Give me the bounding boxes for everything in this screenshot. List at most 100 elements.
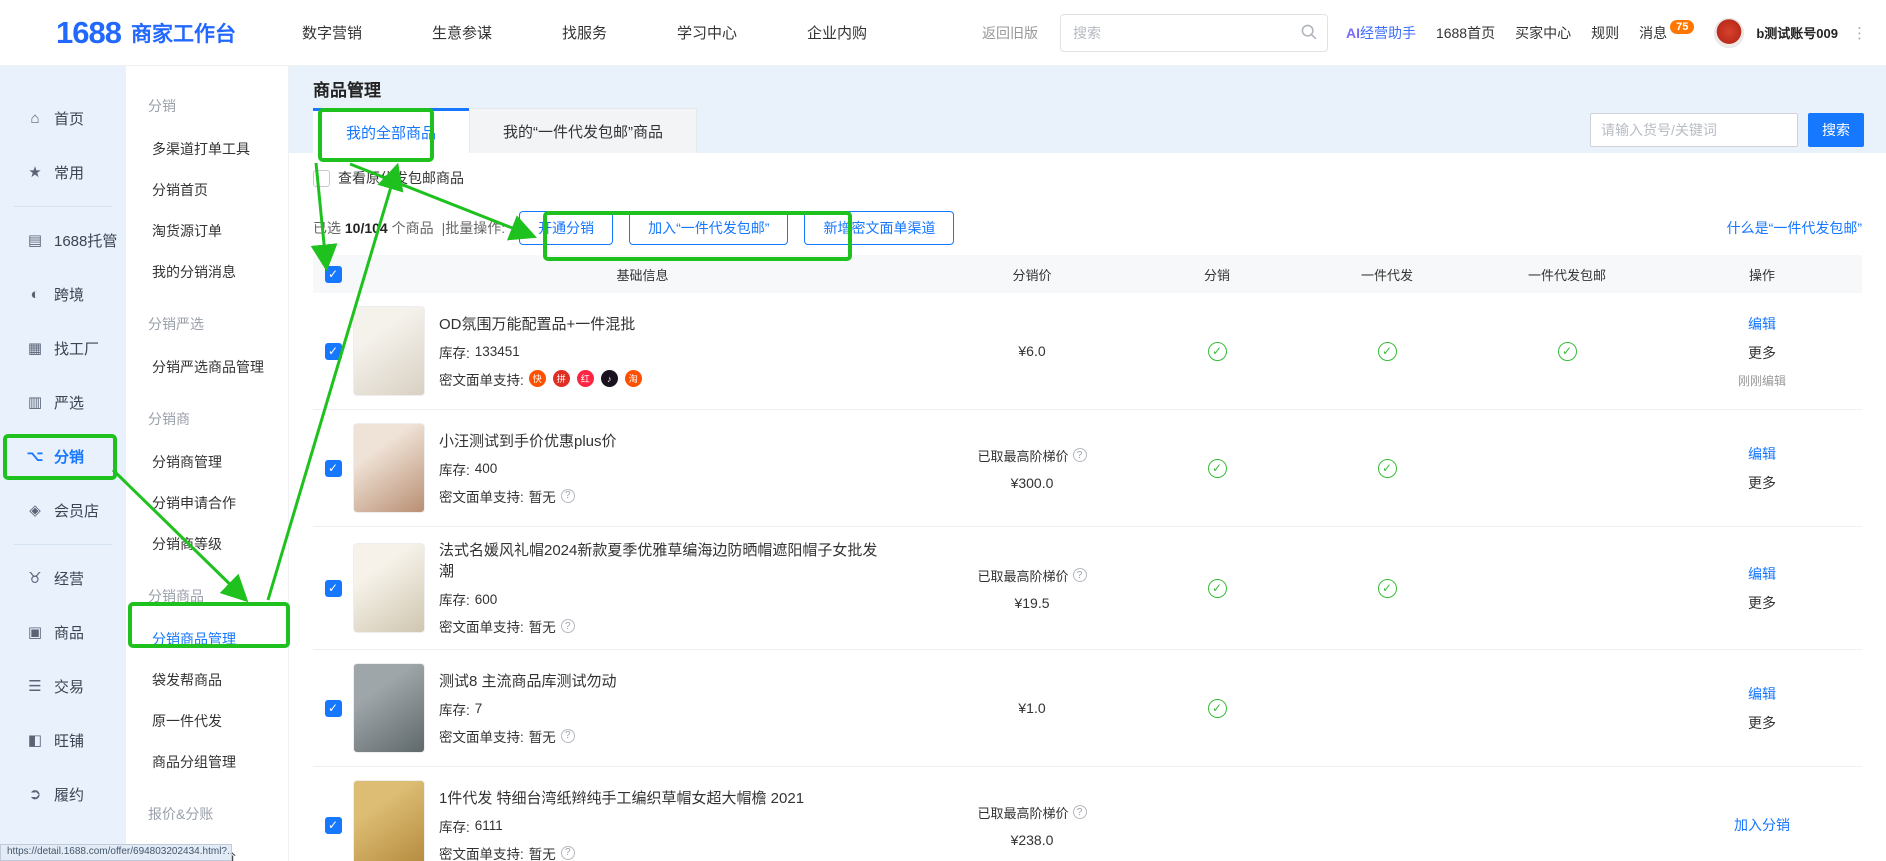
- top-search-input[interactable]: [1060, 14, 1328, 52]
- row-checkbox[interactable]: ✓: [325, 817, 342, 834]
- view-original-checkbox[interactable]: [313, 170, 330, 187]
- more-link[interactable]: 更多: [1748, 593, 1776, 613]
- product-image[interactable]: [353, 306, 425, 396]
- tab-free-shipping-goods[interactable]: 我的“一件代发包邮”商品: [469, 108, 697, 153]
- question-circle-icon: ?: [561, 729, 575, 743]
- action-link[interactable]: 编辑: [1748, 564, 1776, 584]
- ai-assistant-link[interactable]: AI经营助手: [1346, 23, 1416, 43]
- action-link[interactable]: 加入分销: [1734, 815, 1790, 835]
- select-all-cell: ✓: [313, 266, 353, 283]
- header-link[interactable]: 买家中心: [1515, 23, 1571, 43]
- operations-cell: 编辑更多: [1662, 444, 1862, 493]
- product-info-cell: 测试8 主流商品库测试勿动库存:7密文面单支持:暂无?: [353, 663, 932, 753]
- row-checkbox[interactable]: ✓: [325, 580, 342, 597]
- action-link[interactable]: 编辑: [1748, 444, 1776, 464]
- sidebar-item-distribution[interactable]: ⌥分销: [0, 429, 126, 483]
- submenu-item[interactable]: 多渠道打单工具: [148, 128, 288, 169]
- stock-label: 库存:: [439, 589, 470, 609]
- header-right-links: AI经营助手 1688首页买家中心规则 消息 75 b测试账号009 ⋮: [1346, 18, 1868, 48]
- message-count-badge: 75: [1670, 20, 1694, 34]
- sidebar-item-strict-select[interactable]: ▥严选: [0, 375, 126, 429]
- submenu-item[interactable]: 淘货源订单: [148, 210, 288, 251]
- more-menu-icon[interactable]: ⋮: [1852, 24, 1868, 42]
- batch-button[interactable]: 加入“一件代发包邮”: [629, 211, 788, 245]
- submenu-item[interactable]: 分销申请合作: [148, 482, 288, 523]
- hosting-icon: ▤: [26, 231, 44, 249]
- more-link[interactable]: 更多: [1748, 713, 1776, 733]
- more-link[interactable]: 更多: [1748, 473, 1776, 493]
- submenu-item[interactable]: 分销商品管理: [148, 618, 288, 659]
- column-header: 分销: [1132, 265, 1302, 284]
- product-image[interactable]: [353, 543, 425, 633]
- goods-search-button[interactable]: 搜索: [1808, 113, 1864, 147]
- top-nav-item[interactable]: 找服务: [562, 22, 607, 43]
- sidebar-item-label: 跨境: [54, 284, 84, 305]
- sidebar-item-label: 会员店: [54, 500, 99, 521]
- submenu-item[interactable]: 分销商等级: [148, 523, 288, 564]
- sidebar-item-star[interactable]: ★常用: [0, 145, 126, 199]
- avatar[interactable]: [1714, 18, 1744, 48]
- submenu-item[interactable]: 我的分销消息: [148, 251, 288, 292]
- secret-waybill-label: 密文面单支持:: [439, 616, 524, 636]
- product-image[interactable]: [353, 423, 425, 513]
- top-nav-item[interactable]: 企业内购: [807, 22, 867, 43]
- sidebar-item-member-store[interactable]: ◈ 会员店: [0, 483, 126, 537]
- sidebar-item-operate[interactable]: ♉ 经营: [0, 551, 126, 605]
- green-check-icon: ✓: [1208, 459, 1227, 478]
- submenu-item[interactable]: 分销严选商品管理: [148, 346, 288, 387]
- sidebar-item-globe[interactable]: ◐跨境: [0, 267, 126, 321]
- goods-search: 搜索: [1590, 113, 1864, 147]
- submenu-item[interactable]: 分销首页: [148, 169, 288, 210]
- what-is-free-shipping-link[interactable]: 什么是“一件代发包邮”: [1727, 218, 1862, 238]
- batch-button[interactable]: 新增密文面单渠道: [804, 211, 954, 245]
- header-link[interactable]: 规则: [1591, 23, 1619, 43]
- sidebar-item-hosting[interactable]: ▤1688托管: [0, 213, 126, 267]
- action-link[interactable]: 编辑: [1748, 684, 1776, 704]
- sidebar-item-goods[interactable]: ▣商品: [0, 605, 126, 659]
- product-title[interactable]: 小汪测试到手价优惠plus价: [439, 431, 617, 452]
- top-nav-item[interactable]: 数字营销: [302, 22, 362, 43]
- sidebar-item-label: 交易: [54, 676, 84, 697]
- product-title[interactable]: OD氛围万能配置品+一件混批: [439, 314, 644, 335]
- row-checkbox-cell: ✓: [313, 343, 353, 360]
- batch-button[interactable]: 开通分销: [519, 211, 613, 245]
- operate-icon: ♉: [26, 569, 44, 587]
- row-checkbox[interactable]: ✓: [325, 343, 342, 360]
- back-to-old-link[interactable]: 返回旧版: [982, 23, 1038, 43]
- member-store-icon: ◈: [26, 501, 44, 519]
- submenu-item[interactable]: 袋发帮商品: [148, 659, 288, 700]
- select-all-checkbox[interactable]: ✓: [325, 266, 342, 283]
- row-checkbox[interactable]: ✓: [325, 700, 342, 717]
- secret-waybill-label: 密文面单支持:: [439, 726, 524, 746]
- goods-search-input[interactable]: [1590, 113, 1798, 147]
- sidebar-item-shop[interactable]: ◧旺铺: [0, 713, 126, 767]
- sidebar-item-fulfillment[interactable]: ➲履约: [0, 767, 126, 821]
- product-image[interactable]: [353, 663, 425, 753]
- messages-link[interactable]: 消息 75: [1639, 23, 1694, 43]
- top-nav-item[interactable]: 学习中心: [677, 22, 737, 43]
- secret-waybill-label: 密文面单支持:: [439, 486, 524, 506]
- free-shipping-flag-cell: ✓: [1472, 342, 1662, 361]
- sidebar-item-home[interactable]: ⌂首页: [0, 91, 126, 145]
- header-link[interactable]: 1688首页: [1436, 23, 1495, 43]
- submenu-item[interactable]: 商品分组管理: [148, 741, 288, 782]
- sidebar-item-label: 经营: [54, 568, 84, 589]
- account-name[interactable]: b测试账号009: [1756, 23, 1838, 42]
- sidebar-item-trade[interactable]: ☰交易: [0, 659, 126, 713]
- product-title[interactable]: 法式名媛风礼帽2024新款夏季优雅草编海边防晒帽遮阳帽子女批发潮: [439, 540, 879, 582]
- xiaohongshu-icon: 红: [577, 370, 594, 387]
- product-title[interactable]: 1件代发 特细台湾纸辫纯手工编织草帽女超大帽檐 2021: [439, 788, 804, 809]
- product-info-cell: OD氛围万能配置品+一件混批库存:133451密文面单支持:快拼红♪淘: [353, 306, 932, 396]
- submenu-item[interactable]: 分销商管理: [148, 441, 288, 482]
- search-icon[interactable]: [1300, 23, 1318, 41]
- row-checkbox[interactable]: ✓: [325, 460, 342, 477]
- product-title[interactable]: 测试8 主流商品库测试勿动: [439, 671, 617, 692]
- app-window: 1688 商家工作台 数字营销生意参谋找服务学习中心企业内购 返回旧版 AI经营…: [0, 0, 1886, 861]
- more-link[interactable]: 更多: [1748, 343, 1776, 363]
- tab-all-goods[interactable]: 我的全部商品: [313, 108, 469, 153]
- submenu-item[interactable]: 原一件代发: [148, 700, 288, 741]
- sidebar-item-factory[interactable]: ▦找工厂: [0, 321, 126, 375]
- product-image[interactable]: [353, 780, 425, 861]
- action-link[interactable]: 编辑: [1748, 314, 1776, 334]
- top-nav-item[interactable]: 生意参谋: [432, 22, 492, 43]
